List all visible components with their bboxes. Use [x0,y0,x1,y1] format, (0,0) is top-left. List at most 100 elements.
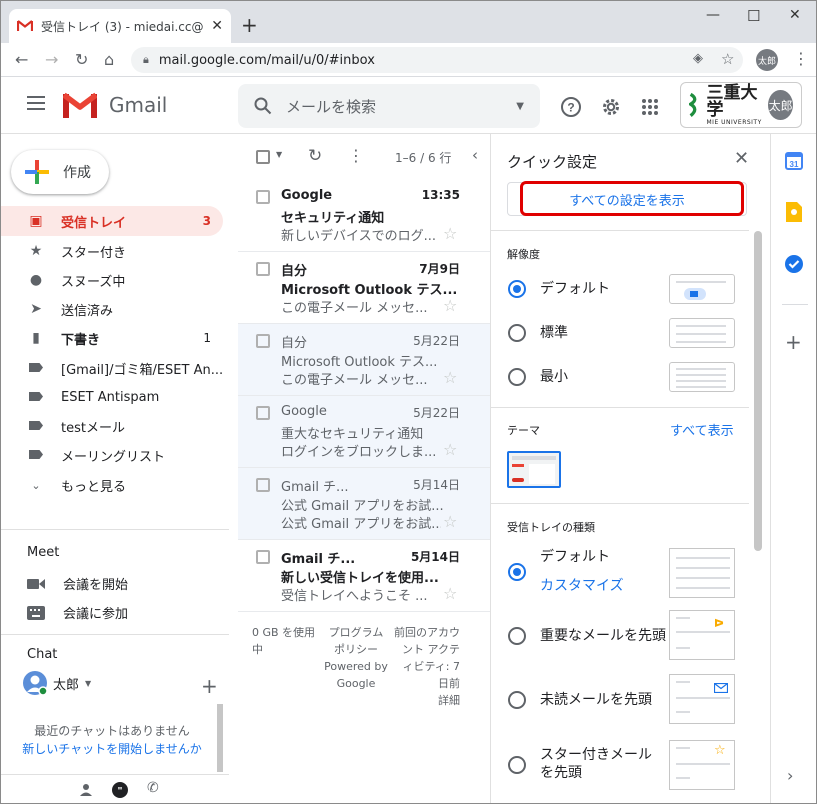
sidebar-item-drafts[interactable]: ▮ 下書き 1 [1,323,223,353]
density-default-radio[interactable] [508,280,526,298]
star-toggle-icon[interactable]: ☆ [443,584,457,603]
select-dropdown-icon[interactable]: ▼ [276,150,282,159]
inbox-default-radio[interactable] [508,563,526,581]
panel-divider [491,407,749,408]
sidebar-item-eset-antispam[interactable]: ESET Antispam [1,382,223,412]
message-checkbox[interactable] [256,190,270,204]
sidebar-item-test-mail[interactable]: testメール [1,411,223,441]
back-icon[interactable]: ← [15,50,28,69]
customize-link[interactable]: カスタマイズ [540,575,624,595]
list-item[interactable]: Gmail チ... 5月14日 公式 Gmail アプリをお試... 公式 G… [238,468,490,540]
tab-strip: 受信トレイ (3) - miedai.cc@mie-u. ✕ + — ☐ ✕ [1,1,816,43]
tasks-icon[interactable] [784,254,804,274]
star-toggle-icon[interactable]: ☆ [443,296,457,315]
star-toggle-icon[interactable]: ☆ [443,368,457,387]
star-toggle-icon[interactable]: ☆ [443,224,457,243]
refresh-icon[interactable]: ↻ [308,146,322,166]
sidebar-item-starred[interactable]: ★ スター付き [1,236,223,266]
chat-bubble-icon[interactable]: " [111,781,129,799]
compose-button[interactable]: 作成 [11,150,109,194]
density-comfortable-thumb [669,318,735,348]
density-comfortable-radio[interactable] [508,324,526,342]
meet-start-button[interactable]: 会議を開始 [27,574,128,593]
chat-user[interactable]: 太郎 ▼ [23,671,91,695]
minimize-icon[interactable]: — [706,7,720,23]
meet-join-button[interactable]: 会議に参加 [27,603,128,622]
list-item[interactable]: Google 13:35 セキュリティ通知 新しいデバイスでのログ... ☆ [238,180,490,252]
sidebar-item-more[interactable]: ⌄ もっと見る [1,470,223,500]
chevron-left-icon[interactable]: ‹ [472,146,478,164]
list-item[interactable]: 自分 5月22日 Microsoft Outlook テス... この電子メール… [238,324,490,396]
home-icon[interactable]: ⌂ [104,50,114,69]
more-options-icon[interactable]: ⋮ [348,146,364,165]
program-policy-link[interactable]: プログラム ポリシー [324,624,388,658]
panel-divider [491,503,749,504]
new-chat-plus-icon[interactable]: + [201,674,218,698]
star-toggle-icon[interactable]: ☆ [443,512,457,531]
quick-settings-panel: クイック設定 ✕ すべての設定を表示 解像度 デフォルト 標準 最小 テーマ す… [490,134,754,803]
search-options-icon[interactable]: ▼ [516,101,524,112]
account-avatar[interactable]: 太郎 [768,90,793,120]
new-tab-icon[interactable]: + [241,13,258,37]
contacts-person-icon[interactable] [79,783,93,797]
message-checkbox[interactable] [256,406,270,420]
settings-gear-icon[interactable] [600,96,622,118]
inbox-important-thumb: ᐅ [669,610,735,660]
quick-settings-scrollbar[interactable] [754,231,762,551]
calendar-icon[interactable]: 31 [785,152,803,170]
sidebar-scrollbar[interactable] [217,704,223,772]
message-checkbox[interactable] [256,550,270,564]
sidebar-item-sent[interactable]: ➤ 送信済み [1,294,223,324]
theme-show-all-link[interactable]: すべて表示 [670,420,734,439]
message-checkbox[interactable] [256,334,270,348]
chevron-right-icon[interactable]: › [787,766,793,785]
caret-down-icon: ▼ [85,678,92,688]
org-name: 三重大学 [706,82,758,120]
keep-icon[interactable] [786,202,802,222]
phone-icon[interactable]: ✆ [147,780,159,796]
details-link[interactable]: 詳細 [394,692,460,709]
browser-tab[interactable]: 受信トレイ (3) - miedai.cc@mie-u. ✕ [9,9,231,43]
inbox-unread-first-radio[interactable] [508,691,526,709]
start-new-chat-link[interactable]: 新しいチャットを開始しませんか [1,740,223,758]
highlight-box [520,181,744,216]
reload-icon[interactable]: ↻ [75,50,88,69]
important-marker-icon: ᐅ [714,617,724,630]
apps-grid-icon[interactable] [641,98,659,116]
address-bar[interactable]: 🔒︎ mail.google.com/mail/u/0/#inbox ◈ ☆ [131,47,743,73]
theme-thumbnail[interactable] [507,451,561,488]
list-item[interactable]: Google 5月22日 重大なセキュリティ通知 ログインをブロックしま... … [238,396,490,468]
star-toggle-icon[interactable]: ☆ [443,440,457,459]
tab-close-icon[interactable]: ✕ [211,18,223,34]
list-item[interactable]: 自分 7月9日 Microsoft Outlook テス... この電子メール … [238,252,490,324]
bookmark-star-icon[interactable]: ☆ [721,50,734,68]
window-close-icon[interactable]: ✕ [789,7,801,23]
message-list: ▼ ↻ ⋮ 1–6 / 6 行 ‹ Google 13:35 セキュリティ通知 … [238,134,490,803]
organization-account[interactable]: 三重大学 MIE UNIVERSITY 太郎 [680,82,802,128]
select-all-checkbox[interactable] [256,150,270,164]
envelope-icon [714,683,728,693]
extension-icon[interactable]: ◈ [693,51,703,66]
sidebar-item-snoozed[interactable]: ● スヌーズ中 [1,265,223,295]
sidebar-item-trash-eset[interactable]: [Gmail]/ゴミ箱/ESET An... [1,353,223,383]
message-checkbox[interactable] [256,478,270,492]
gmail-logo-icon [63,92,97,118]
list-item[interactable]: Gmail チ... 5月14日 新しい受信トレイを使用... 受信トレイへよう… [238,540,490,612]
search-bar[interactable]: メールを検索 ▼ [238,84,540,128]
browser-menu-icon[interactable]: ⋮ [793,49,809,68]
inbox-important-first-radio[interactable] [508,627,526,645]
profile-avatar[interactable]: 太郎 [756,49,778,71]
inbox-starred-first-radio[interactable] [508,756,526,774]
forward-icon[interactable]: → [45,50,58,69]
sidebar-item-mailing-list[interactable]: メーリングリスト [1,440,223,470]
close-icon[interactable]: ✕ [734,148,749,169]
get-addons-plus-icon[interactable]: + [785,330,802,354]
search-icon[interactable] [254,97,272,115]
message-checkbox[interactable] [256,262,270,276]
sidebar-item-inbox[interactable]: ▣ 受信トレイ 3 [1,206,223,236]
maximize-icon[interactable]: ☐ [747,7,760,25]
help-icon[interactable]: ? [560,96,582,118]
inbox-icon: ▣ [29,213,43,229]
main-menu-icon[interactable] [27,96,45,114]
density-compact-radio[interactable] [508,368,526,386]
